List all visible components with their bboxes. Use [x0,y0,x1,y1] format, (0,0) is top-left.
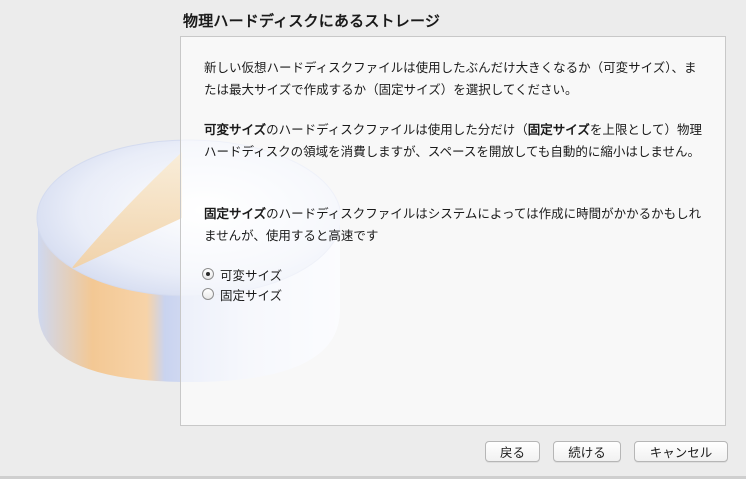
fixed-size-term-inline: 固定サイズ [527,122,590,137]
radio-button-selected[interactable] [202,268,214,280]
content-panel: 新しい仮想ハードディスクファイルは使用したぶんだけ大きくなるか（可変サイズ）、ま… [180,36,726,426]
dynamic-size-text-1: のハードディスクファイルは使用した分だけ（ [266,122,528,137]
size-type-radio-group: 可変サイズ 固定サイズ [202,264,282,304]
radio-dynamic-label[interactable]: 可変サイズ [220,265,282,284]
back-button[interactable]: 戻る [485,441,540,462]
dynamic-size-paragraph: 可変サイズのハードディスクファイルは使用した分だけ（固定サイズを上限として）物理… [204,119,704,163]
fixed-size-paragraph: 固定サイズのハードディスクファイルはシステムによっては作成に時間がかかるかもしれ… [204,203,704,247]
fixed-size-term: 固定サイズ [204,206,267,221]
storage-dialog: 物理ハードディスクにあるストレージ 新しい仮想ハードディスクファイルは使用したぶ… [0,0,746,479]
cancel-button[interactable]: キャンセル [634,441,728,462]
fixed-size-text: のハードディスクファイルはシステムによっては作成に時間がかかるかもしれませんが、… [204,206,702,243]
page-title: 物理ハードディスクにあるストレージ [183,12,441,30]
dynamic-size-term: 可変サイズ [204,122,267,137]
radio-button-unselected[interactable] [202,288,214,300]
continue-button[interactable]: 続ける [553,441,621,462]
intro-paragraph: 新しい仮想ハードディスクファイルは使用したぶんだけ大きくなるか（可変サイズ）、ま… [204,60,697,97]
radio-fixed-label[interactable]: 固定サイズ [220,285,282,304]
radio-dynamic-size[interactable]: 可変サイズ [202,264,282,284]
radio-fixed-size[interactable]: 固定サイズ [202,284,282,304]
